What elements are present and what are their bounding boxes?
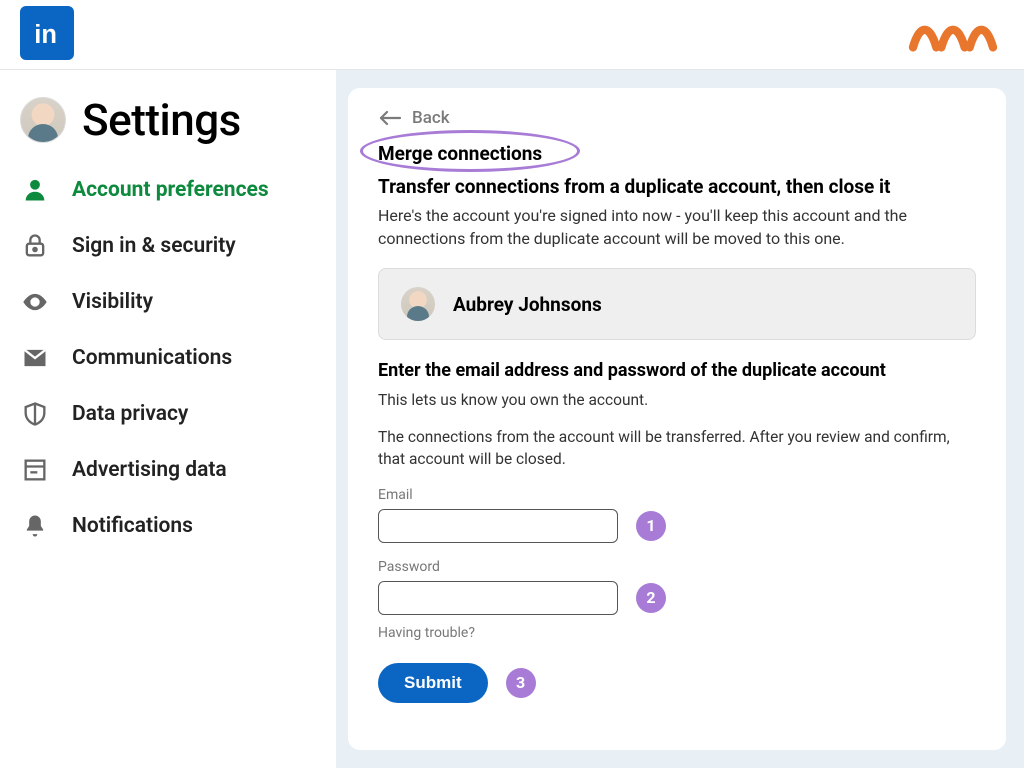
annotation-step-2: 2 — [636, 583, 666, 613]
user-avatar[interactable] — [20, 97, 66, 143]
envelope-icon — [20, 344, 50, 372]
sidebar-item-label: Advertising data — [72, 458, 227, 482]
linkedin-icon: in — [30, 16, 64, 50]
email-label: Email — [378, 487, 976, 503]
person-icon — [20, 176, 50, 204]
partner-logo — [908, 12, 1008, 60]
sidebar-item-data-privacy[interactable]: Data privacy — [20, 400, 316, 428]
annotation-step-1: 1 — [636, 511, 666, 541]
intro-text: Here's the account you're signed into no… — [378, 204, 976, 250]
sidebar-item-notifications[interactable]: Notifications — [20, 512, 316, 540]
lock-icon — [20, 232, 50, 260]
sidebar-item-label: Communications — [72, 346, 232, 370]
settings-panel: Back Merge connections Transfer connecti… — [348, 88, 1006, 750]
form-heading: Enter the email address and password of … — [378, 360, 976, 381]
section-subheading: Transfer connections from a duplicate ac… — [378, 175, 976, 198]
email-input[interactable] — [378, 509, 618, 543]
svg-text:in: in — [34, 21, 57, 49]
settings-header: Settings — [20, 94, 316, 146]
section-title: Merge connections — [378, 142, 542, 165]
sidebar-item-signin-security[interactable]: Sign in & security — [20, 232, 316, 260]
bell-icon — [20, 512, 50, 540]
annotation-step-3: 3 — [506, 668, 536, 698]
current-account-card: Aubrey Johnsons — [378, 268, 976, 340]
sidebar-item-visibility[interactable]: Visibility — [20, 288, 316, 316]
form-subtext-1: This lets us know you own the account. — [378, 389, 976, 411]
eye-icon — [20, 288, 50, 316]
sidebar-item-label: Account preferences — [72, 178, 269, 202]
arrow-left-icon — [378, 109, 402, 127]
back-label: Back — [412, 108, 450, 128]
linkedin-logo[interactable]: in — [20, 6, 74, 60]
current-account-name: Aubrey Johnsons — [453, 293, 602, 316]
document-icon — [20, 456, 50, 484]
sidebar-item-label: Visibility — [72, 290, 153, 314]
form-subtext-2: The connections from the account will be… — [378, 426, 976, 471]
sidebar-item-communications[interactable]: Communications — [20, 344, 316, 372]
sidebar-item-label: Notifications — [72, 514, 193, 538]
back-link[interactable]: Back — [378, 108, 976, 128]
sidebar: Settings Account preferences Sign in & s… — [0, 70, 336, 768]
having-trouble-link[interactable]: Having trouble? — [378, 625, 976, 641]
settings-nav: Account preferences Sign in & security V… — [20, 176, 316, 540]
password-label: Password — [378, 559, 976, 575]
content-area: Back Merge connections Transfer connecti… — [336, 70, 1024, 768]
password-input[interactable] — [378, 581, 618, 615]
shield-icon — [20, 400, 50, 428]
sidebar-item-account-preferences[interactable]: Account preferences — [20, 176, 316, 204]
sidebar-item-label: Sign in & security — [72, 234, 236, 258]
section-title-wrap: Merge connections — [378, 142, 542, 165]
current-account-avatar — [401, 287, 435, 321]
top-bar: in — [0, 0, 1024, 70]
page-title: Settings — [82, 94, 241, 146]
sidebar-item-label: Data privacy — [72, 402, 188, 426]
submit-button[interactable]: Submit — [378, 663, 488, 703]
sidebar-item-advertising-data[interactable]: Advertising data — [20, 456, 316, 484]
